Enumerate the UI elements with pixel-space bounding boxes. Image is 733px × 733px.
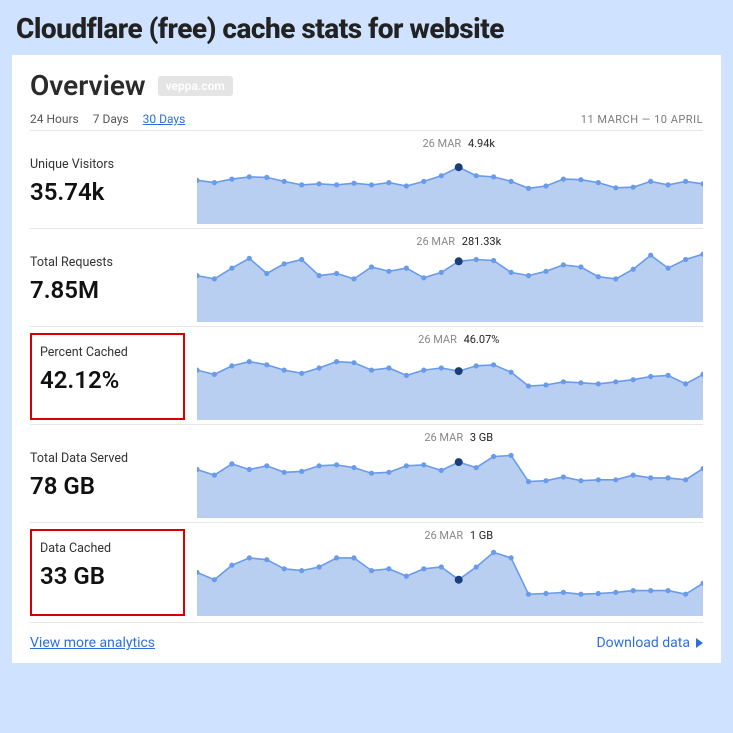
- metric-label: Total Data Served: [30, 451, 185, 466]
- overview-panel: Overview veppa.com 24 Hours 7 Days 30 Da…: [12, 55, 721, 663]
- metric-value: 35.74k: [30, 178, 185, 206]
- hover-label: 26 MAR 3 GB: [424, 431, 493, 444]
- domain-tag: veppa.com: [158, 76, 233, 96]
- hover-date: 26 MAR: [424, 431, 463, 444]
- hover-value: 1 GB: [470, 529, 493, 542]
- range-24h[interactable]: 24 Hours: [30, 112, 79, 126]
- hover-label: 26 MAR 46.07%: [418, 333, 499, 346]
- metric-info-highlighted: Data Cached 33 GB: [30, 529, 185, 616]
- hover-date: 26 MAR: [416, 235, 455, 248]
- spark-chart-percent-cached[interactable]: 26 MAR 46.07%: [197, 333, 703, 420]
- hover-date: 26 MAR: [418, 333, 457, 346]
- metric-info: Total Requests 7.85M: [30, 235, 185, 322]
- metric-info-highlighted: Percent Cached 42.12%: [30, 333, 185, 420]
- metric-label: Data Cached: [40, 541, 175, 556]
- metric-value: 33 GB: [40, 562, 175, 590]
- metric-row-percent-cached: Percent Cached 42.12% 26 MAR 46.07%: [30, 326, 703, 424]
- hover-label: 26 MAR 281.33k: [416, 235, 501, 248]
- hover-value: 281.33k: [462, 235, 501, 248]
- hover-date: 26 MAR: [422, 137, 461, 150]
- metric-row-total-data: Total Data Served 78 GB 26 MAR 3 GB: [30, 424, 703, 522]
- metric-value: 42.12%: [40, 366, 175, 394]
- hover-label: 26 MAR 4.94k: [422, 137, 495, 150]
- time-range-picker: 24 Hours 7 Days 30 Days: [30, 112, 185, 126]
- range-7d[interactable]: 7 Days: [93, 112, 129, 126]
- metric-info: Unique Visitors 35.74k: [30, 137, 185, 224]
- hover-value: 46.07%: [464, 333, 500, 346]
- range-30d[interactable]: 30 Days: [143, 112, 186, 126]
- metric-label: Percent Cached: [40, 345, 175, 360]
- hover-date: 26 MAR: [424, 529, 463, 542]
- spark-chart-total-requests[interactable]: 26 MAR 281.33k: [197, 235, 703, 322]
- metric-label: Unique Visitors: [30, 157, 185, 172]
- download-data-link[interactable]: Download data: [596, 635, 703, 651]
- spark-chart-total-data[interactable]: 26 MAR 3 GB: [197, 431, 703, 518]
- chevron-right-icon: [696, 638, 703, 648]
- hover-label: 26 MAR 1 GB: [424, 529, 493, 542]
- download-data-label: Download data: [596, 635, 690, 651]
- spark-chart-unique-visitors[interactable]: 26 MAR 4.94k: [197, 137, 703, 224]
- metric-label: Total Requests: [30, 255, 185, 270]
- metric-info: Total Data Served 78 GB: [30, 431, 185, 518]
- page-banner: Cloudflare (free) cache stats for websit…: [12, 8, 721, 55]
- date-window: 11 MARCH — 10 APRIL: [581, 113, 703, 126]
- hover-value: 4.94k: [468, 137, 495, 150]
- metric-row-unique-visitors: Unique Visitors 35.74k 26 MAR 4.94k: [30, 130, 703, 228]
- spark-chart-data-cached[interactable]: 26 MAR 1 GB: [197, 529, 703, 616]
- view-more-analytics-link[interactable]: View more analytics: [30, 635, 155, 651]
- metric-value: 78 GB: [30, 472, 185, 500]
- metric-row-total-requests: Total Requests 7.85M 26 MAR 281.33k: [30, 228, 703, 326]
- metric-value: 7.85M: [30, 276, 185, 304]
- overview-title: Overview: [30, 69, 146, 102]
- hover-value: 3 GB: [470, 431, 493, 444]
- metric-row-data-cached: Data Cached 33 GB 26 MAR 1 GB: [30, 522, 703, 620]
